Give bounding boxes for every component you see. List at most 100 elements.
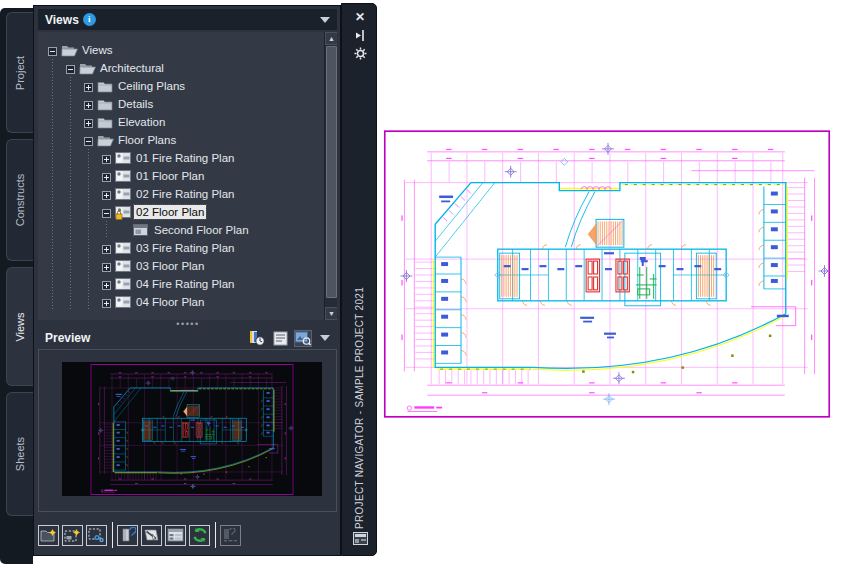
tab-label: Views [14, 312, 26, 341]
view-tools-button[interactable] [86, 525, 107, 546]
scroll-up-icon[interactable]: ▲ [325, 32, 337, 45]
tree-item-01-fire-rating-plan[interactable]: 01 Fire Rating Plan [38, 149, 322, 167]
view-icon [115, 152, 131, 166]
tree-scrollbar[interactable]: ▲ ▼ [324, 32, 337, 320]
tab-label: Sheets [14, 437, 26, 471]
attach-reference-button[interactable] [117, 525, 138, 546]
properties-gear-icon[interactable] [342, 46, 378, 64]
expand-icon[interactable] [102, 280, 111, 292]
tree-item-views[interactable]: Views [38, 41, 322, 59]
plot-preview-button[interactable] [141, 525, 162, 546]
tree-item-03-floor-plan[interactable]: 03 Floor Plan [38, 257, 322, 275]
repath-xref-button [220, 525, 241, 546]
tree-item-label: 04 Floor Plan [134, 295, 206, 309]
tree-item-floor-plans[interactable]: Floor Plans [38, 131, 322, 149]
expand-icon[interactable] [102, 154, 111, 166]
tree-item-label: 03 Fire Rating Plan [134, 241, 236, 255]
expand-icon[interactable] [84, 82, 93, 94]
tree-item-label: 01 Floor Plan [134, 169, 206, 183]
toolbar-separator [112, 522, 113, 548]
new-view-button[interactable] [62, 525, 83, 546]
folder-open-icon [61, 44, 78, 59]
refresh-project-button[interactable] [189, 525, 210, 546]
expand-icon[interactable] [102, 298, 111, 310]
sidebar-tab-constructs[interactable]: Constructs [6, 139, 33, 261]
expand-icon[interactable] [102, 190, 111, 202]
project-navigator-palette: Project Constructs Views Sheets Views i ▲ ▼… [0, 0, 378, 568]
sidebar-tab-views[interactable]: Views [6, 267, 33, 386]
details-table-button[interactable] [165, 525, 186, 546]
expand-icon[interactable] [102, 262, 111, 274]
chevron-down-icon[interactable] [320, 17, 330, 23]
preview-title: Preview [45, 331, 90, 345]
tab-label: Project [14, 55, 26, 89]
preview-zoom-icon[interactable] [294, 330, 312, 347]
sidebar-tab-project[interactable]: Project [6, 12, 33, 133]
scroll-down-icon[interactable]: ▼ [325, 307, 337, 320]
views-tree: ▲ ▼ Views Architectural Ceiling Plans Detai… [38, 32, 337, 320]
drawing-viewport[interactable] [383, 130, 831, 418]
collapse-icon[interactable] [84, 136, 93, 148]
tree-item-04-fire-rating-plan[interactable]: 04 Fire Rating Plan [38, 275, 322, 293]
mview-icon [133, 224, 148, 238]
expand-icon[interactable] [102, 244, 111, 256]
tree-item-elevation[interactable]: Elevation [38, 113, 322, 131]
expand-icon[interactable] [84, 118, 93, 130]
view-icon [115, 260, 131, 274]
tree-item-02-fire-rating-plan[interactable]: 02 Fire Rating Plan [38, 185, 322, 203]
tree-item-label: Floor Plans [116, 133, 178, 147]
collapse-icon[interactable] [48, 46, 57, 58]
tree-item-label: Second Floor Plan [152, 223, 251, 237]
views-header-title: Views [45, 13, 79, 27]
tree-item-03-fire-rating-plan[interactable]: 03 Fire Rating Plan [38, 239, 322, 257]
view-icon [115, 296, 131, 310]
tree-item-label: 04 Fire Rating Plan [134, 277, 236, 291]
auto-hide-icon[interactable] [342, 28, 378, 46]
tree-item-04-floor-plan[interactable]: 04 Floor Plan [38, 293, 322, 311]
new-category-button[interactable] [38, 525, 59, 546]
tree-item-01-floor-plan[interactable]: 01 Floor Plan [38, 167, 322, 185]
tree-item-label: Views [80, 43, 114, 57]
tree-item-label: Details [116, 97, 155, 111]
view-lock-icon [115, 206, 131, 222]
view-icon [115, 170, 131, 184]
sidebar-tab-sheets[interactable]: Sheets [6, 392, 33, 516]
folder-icon [97, 116, 113, 131]
palette-title-bar: ✕ PROJECT NAVIGATOR - SAMPLE PROJECT 202… [341, 3, 377, 556]
preview-header: Preview [38, 328, 337, 348]
tree-item-ceiling-plans[interactable]: Ceiling Plans [38, 77, 322, 95]
tree-item-architectural[interactable]: Architectural [38, 59, 322, 77]
views-panel: Views i ▲ ▼ Views Architectural Ceiling Pl… [33, 5, 341, 556]
view-icon [115, 188, 131, 202]
folder-icon [97, 98, 113, 113]
close-icon[interactable]: ✕ [342, 10, 378, 24]
tree-item-label: 02 Fire Rating Plan [134, 187, 236, 201]
details-icon[interactable] [271, 330, 289, 347]
tree-item-details[interactable]: Details [38, 95, 322, 113]
expand-icon[interactable] [102, 172, 111, 184]
expand-icon[interactable] [84, 100, 93, 112]
folder-open-icon [97, 134, 114, 149]
collapse-icon[interactable] [66, 64, 75, 76]
bottom-toolbar [38, 519, 337, 551]
tree-item-02-floor-plan[interactable]: 02 Floor Plan [38, 203, 322, 221]
preview-pane [38, 349, 337, 512]
preview-chevron-down-icon[interactable] [320, 335, 330, 341]
tab-label: Constructs [14, 174, 26, 227]
tree-item-label: Ceiling Plans [116, 79, 187, 93]
splitter-handle[interactable]: ••••• [34, 320, 342, 328]
palette-tab-strip: Project Constructs Views Sheets [0, 8, 33, 564]
view-icon [115, 278, 131, 292]
preview-thumbnail[interactable] [62, 362, 322, 496]
tree-item-second-floor-plan[interactable]: Second Floor Plan [38, 221, 322, 239]
folder-open-icon [79, 62, 96, 77]
collapse-icon[interactable] [102, 208, 111, 220]
object-viewer-icon[interactable] [248, 330, 266, 347]
view-icon [115, 242, 131, 256]
palette-properties-icon[interactable] [342, 531, 378, 549]
tree-item-label: 03 Floor Plan [134, 259, 206, 273]
info-icon[interactable]: i [83, 13, 96, 26]
scrollbar-thumb[interactable] [326, 46, 337, 298]
tree-item-label: 02 Floor Plan [134, 205, 206, 219]
views-header: Views i [38, 9, 337, 30]
